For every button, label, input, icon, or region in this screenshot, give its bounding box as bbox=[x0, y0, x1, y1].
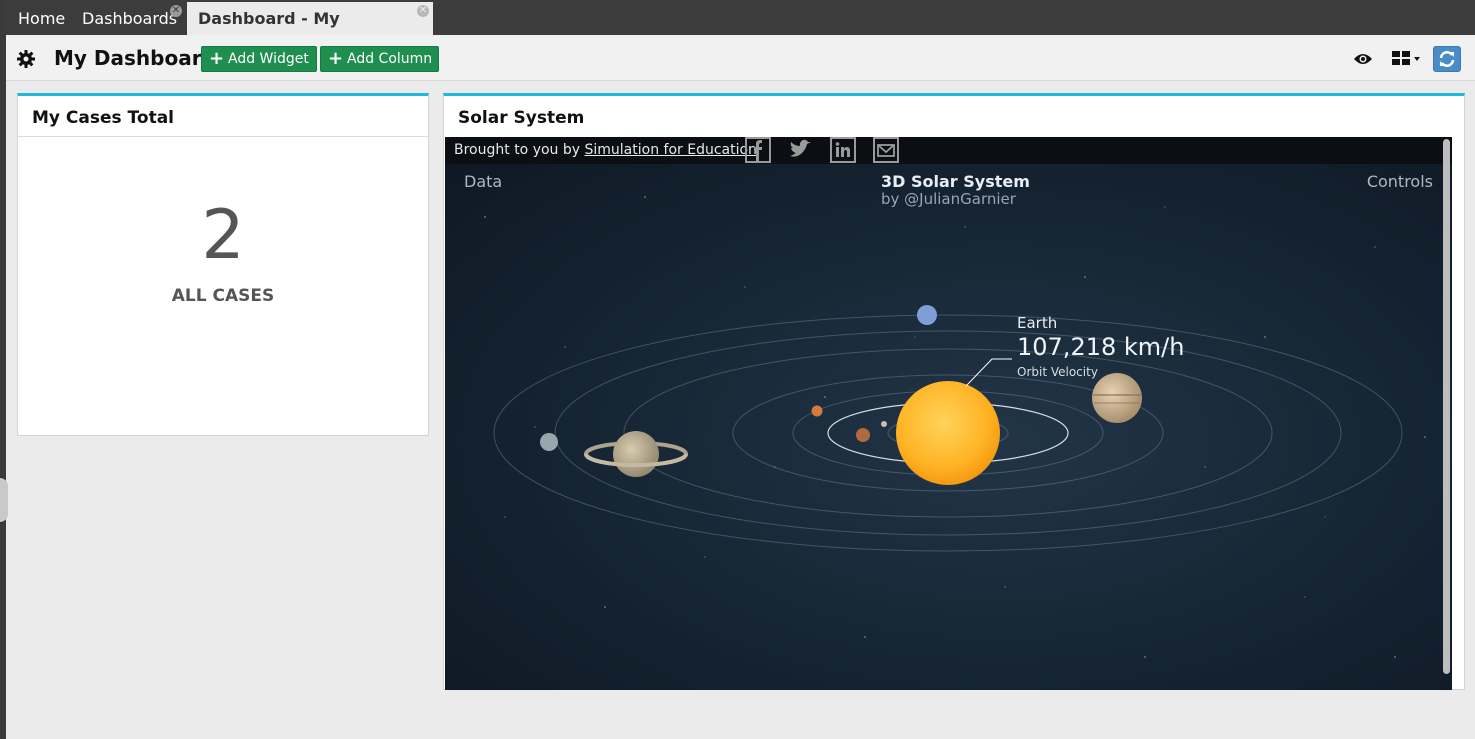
facebook-icon[interactable] bbox=[745, 137, 771, 163]
solar-system-embed[interactable]: Brought to you by Simulation for Educati… bbox=[445, 137, 1452, 690]
refresh-icon bbox=[1439, 51, 1455, 67]
button-label: Add Column bbox=[347, 51, 433, 67]
sidebar-toggle-handle[interactable] bbox=[0, 478, 8, 522]
scrollbar[interactable] bbox=[1443, 139, 1450, 674]
tab-label: Home bbox=[18, 9, 66, 28]
divider bbox=[18, 136, 428, 137]
add-column-button[interactable]: + Add Column bbox=[320, 46, 439, 72]
case-count[interactable]: 2 bbox=[18, 196, 428, 275]
solar-scene bbox=[484, 196, 1426, 658]
page-title: My Dashboard bbox=[54, 46, 216, 70]
planet-earth bbox=[856, 428, 870, 442]
controls-menu[interactable]: Controls bbox=[1367, 172, 1433, 191]
callout-line bbox=[965, 358, 1012, 387]
add-widget-button[interactable]: + Add Widget bbox=[201, 46, 317, 72]
dashboard-toolbar: My Dashboard + Add Widget + Add Column bbox=[6, 35, 1475, 81]
eye-icon[interactable] bbox=[1353, 52, 1373, 66]
widget-title: My Cases Total bbox=[32, 108, 174, 128]
widget-title: Solar System bbox=[458, 108, 585, 128]
planet-neptune bbox=[917, 305, 937, 325]
simulation-title: 3D Solar System bbox=[881, 172, 1030, 191]
tab-my-dashboard[interactable]: Dashboard - My Dashboard ✕ bbox=[187, 2, 433, 61]
planet-metric: Orbit Velocity bbox=[1017, 365, 1098, 379]
tab-label: Dashboards bbox=[82, 9, 178, 28]
data-menu[interactable]: Data bbox=[464, 172, 502, 191]
linkedin-icon[interactable] bbox=[830, 137, 856, 163]
planet-name: Earth bbox=[1017, 314, 1058, 332]
planet-mars bbox=[811, 405, 823, 417]
layout-grid-icon[interactable] bbox=[1392, 51, 1422, 67]
credit-link[interactable]: Simulation for Education bbox=[585, 142, 757, 158]
tab-bar: Home Dashboards ✕ Dashboard - My Dashboa… bbox=[6, 0, 1475, 61]
credit-prefix: Brought to you by bbox=[454, 142, 585, 158]
gear-icon[interactable] bbox=[16, 49, 36, 69]
twitter-icon[interactable] bbox=[788, 137, 814, 163]
tab-home[interactable]: Home bbox=[18, 2, 65, 35]
planet-uranus bbox=[540, 433, 558, 451]
planet-value: 107,218 km/h bbox=[1017, 333, 1185, 361]
plus-icon: + bbox=[209, 48, 225, 69]
share-bar: Brought to you by Simulation for Educati… bbox=[445, 137, 1452, 164]
simulation-author: by @JulianGarnier bbox=[881, 190, 1016, 208]
cases-widget: My Cases Total 2 ALL CASES bbox=[17, 93, 429, 436]
plus-icon: + bbox=[328, 48, 344, 69]
planet-saturn bbox=[613, 431, 659, 477]
planet-mercury bbox=[881, 421, 887, 427]
case-count-label: ALL CASES bbox=[171, 286, 275, 306]
close-icon[interactable]: ✕ bbox=[170, 5, 182, 17]
planet-jupiter bbox=[1092, 373, 1142, 423]
button-label: Add Widget bbox=[228, 51, 309, 67]
left-rail bbox=[0, 0, 6, 739]
credit-text: Brought to you by Simulation for Educati… bbox=[454, 142, 757, 158]
sun bbox=[896, 381, 1000, 485]
solar-system-widget: Solar System Brought to you by Simulatio… bbox=[443, 93, 1465, 690]
email-icon[interactable] bbox=[873, 137, 899, 163]
tab-dashboards[interactable]: Dashboards ✕ bbox=[82, 2, 192, 35]
refresh-button[interactable] bbox=[1433, 46, 1461, 72]
close-icon[interactable]: ✕ bbox=[417, 5, 429, 17]
